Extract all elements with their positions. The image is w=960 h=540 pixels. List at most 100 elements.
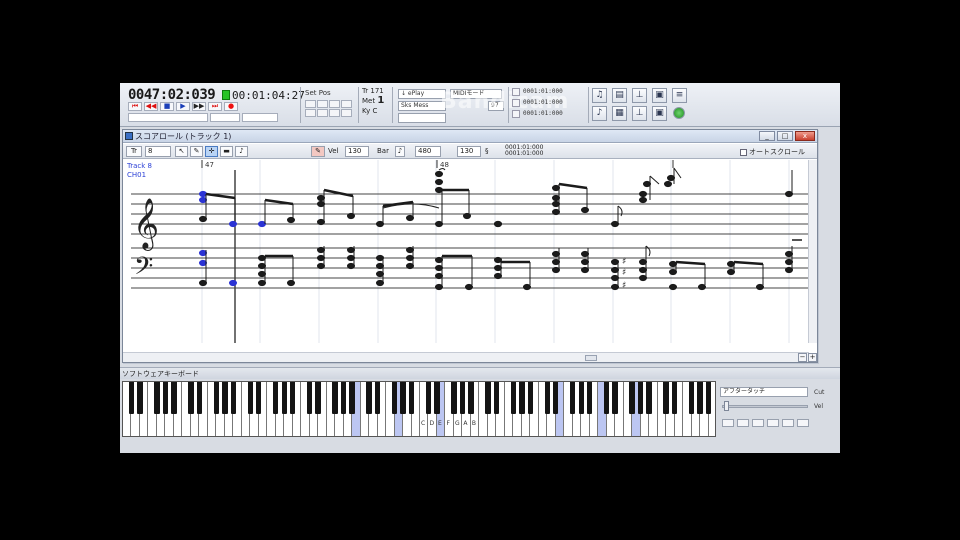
record-button[interactable]: ● [224, 102, 238, 111]
select-tool-icon[interactable]: ↖ [175, 146, 188, 157]
note-length-icon[interactable]: ♪ [235, 146, 248, 157]
piano-black-key[interactable] [137, 382, 143, 414]
rewind-button[interactable]: ◀◀ [144, 102, 158, 111]
piano-black-key[interactable] [273, 382, 279, 414]
tempo-value[interactable]: 171 [370, 87, 383, 95]
minimize-button[interactable]: _ [759, 131, 775, 141]
piano-black-key[interactable] [629, 382, 635, 414]
key-value[interactable]: C [372, 107, 377, 115]
panel-button[interactable] [752, 419, 764, 427]
note-value-icon[interactable]: ♪ [395, 146, 405, 157]
maximize-button[interactable]: □ [777, 131, 793, 141]
piano-black-key[interactable] [366, 382, 372, 414]
piano-black-key[interactable] [451, 382, 457, 414]
set-position-slot[interactable] [317, 100, 328, 108]
piano-black-key[interactable] [340, 382, 347, 414]
piano-black-key[interactable] [586, 382, 593, 414]
piano-black-key[interactable] [485, 382, 491, 414]
stop-button[interactable]: ■ [160, 102, 174, 111]
piano-roll-icon[interactable]: ♪ [592, 106, 607, 121]
score-canvas[interactable]: 47 48 𝄞 𝄢 ♯ ♯ ♯ Track 8 CH01 [123, 160, 809, 353]
piano-black-key[interactable] [171, 382, 177, 414]
piano-black-key[interactable] [315, 382, 321, 414]
piano-black-key[interactable] [256, 382, 262, 414]
piano-black-key[interactable] [637, 382, 644, 414]
piano-black-key[interactable] [128, 382, 135, 414]
piano-black-key[interactable] [408, 382, 415, 414]
piano-black-key[interactable] [468, 382, 474, 414]
piano-black-key[interactable] [527, 382, 534, 414]
punch-field[interactable] [210, 113, 240, 122]
piano-black-key[interactable] [400, 382, 406, 414]
set-position-slot[interactable] [341, 100, 352, 108]
panel-button[interactable] [737, 419, 749, 427]
aftertouch-slider[interactable] [722, 405, 808, 408]
set-position-slot[interactable] [329, 109, 340, 117]
forward-end-button[interactable]: ⏭ [208, 102, 222, 111]
piano-black-key[interactable] [570, 382, 576, 414]
pencil-tool-icon[interactable]: ✎ [190, 146, 203, 157]
piano-black-key[interactable] [222, 382, 228, 414]
output-select[interactable] [398, 113, 446, 123]
software-keyboard[interactable]: CDEFGAB [122, 381, 716, 437]
set-position-slot[interactable] [305, 100, 316, 108]
track-icon[interactable]: ≡ [672, 88, 687, 103]
piano-black-key[interactable] [306, 382, 313, 414]
panel-button[interactable] [782, 419, 794, 427]
status-orb-icon[interactable] [673, 107, 685, 119]
auto-scroll-toggle[interactable]: オートスクロール [740, 147, 805, 157]
song-mode-select[interactable]: Sks Mess [398, 101, 446, 111]
gate-field[interactable]: 480 [415, 146, 441, 157]
piano-black-key[interactable] [162, 382, 169, 414]
keyboard-titlebar[interactable]: ソフトウェアキーボード [120, 367, 840, 379]
play-button[interactable]: ▶ [176, 102, 190, 111]
piano-black-key[interactable] [188, 382, 194, 414]
set-position-slot[interactable] [341, 109, 352, 117]
piano-black-key[interactable] [332, 382, 338, 414]
close-button[interactable]: x [795, 131, 815, 141]
piano-black-key[interactable] [671, 382, 678, 414]
horizontal-scroll-thumb[interactable] [585, 355, 597, 361]
piano-black-key[interactable] [612, 382, 618, 414]
piano-black-key[interactable] [519, 382, 525, 414]
step-field[interactable]: 130 [457, 146, 481, 157]
piano-black-key[interactable] [510, 382, 517, 414]
piano-black-key[interactable] [213, 382, 220, 414]
tempo-map-icon[interactable]: ⊥ [632, 106, 647, 121]
zoom-out-button[interactable]: − [798, 353, 807, 362]
edit-mode-icon[interactable]: ✎ [311, 146, 325, 157]
set-position-slot[interactable] [317, 109, 328, 117]
display-icon[interactable]: ▣ [652, 106, 667, 121]
piano-black-key[interactable] [289, 382, 296, 414]
piano-black-key[interactable] [493, 382, 500, 414]
track-select-button[interactable]: Tr [126, 146, 142, 157]
track-number-field[interactable]: 8 [145, 146, 171, 157]
position-indicator-icon[interactable] [512, 109, 520, 118]
piano-black-key[interactable] [705, 382, 712, 414]
panel-button[interactable] [722, 419, 734, 427]
panel-button[interactable] [767, 419, 779, 427]
list-view-icon[interactable]: ▤ [612, 88, 627, 103]
piano-black-key[interactable] [553, 382, 559, 414]
piano-black-key[interactable] [247, 382, 253, 414]
event-list-icon[interactable]: ▦ [612, 106, 627, 121]
loop-field[interactable] [128, 113, 208, 122]
aftertouch-select[interactable]: アフタータッチ [720, 387, 808, 397]
rewind-start-button[interactable]: ⏮ [128, 102, 142, 111]
eraser-tool-icon[interactable]: ▬ [220, 146, 233, 157]
piano-black-key[interactable] [434, 382, 440, 414]
set-position-slot[interactable] [329, 100, 340, 108]
piano-black-key[interactable] [544, 382, 550, 414]
mixer-icon[interactable]: ⊥ [632, 88, 647, 103]
piano-black-key[interactable] [281, 382, 287, 414]
piano-black-key[interactable] [349, 382, 355, 414]
auto-scroll-checkbox[interactable] [740, 148, 747, 156]
zoom-in-button[interactable]: + [808, 353, 817, 362]
panel-button[interactable] [797, 419, 809, 427]
piano-black-key[interactable] [374, 382, 381, 414]
monitor-icon[interactable]: ▣ [652, 88, 667, 103]
piano-black-key[interactable] [459, 382, 466, 414]
position-indicator-icon[interactable] [512, 98, 520, 107]
piano-black-key[interactable] [578, 382, 584, 414]
piano-black-key[interactable] [230, 382, 237, 414]
